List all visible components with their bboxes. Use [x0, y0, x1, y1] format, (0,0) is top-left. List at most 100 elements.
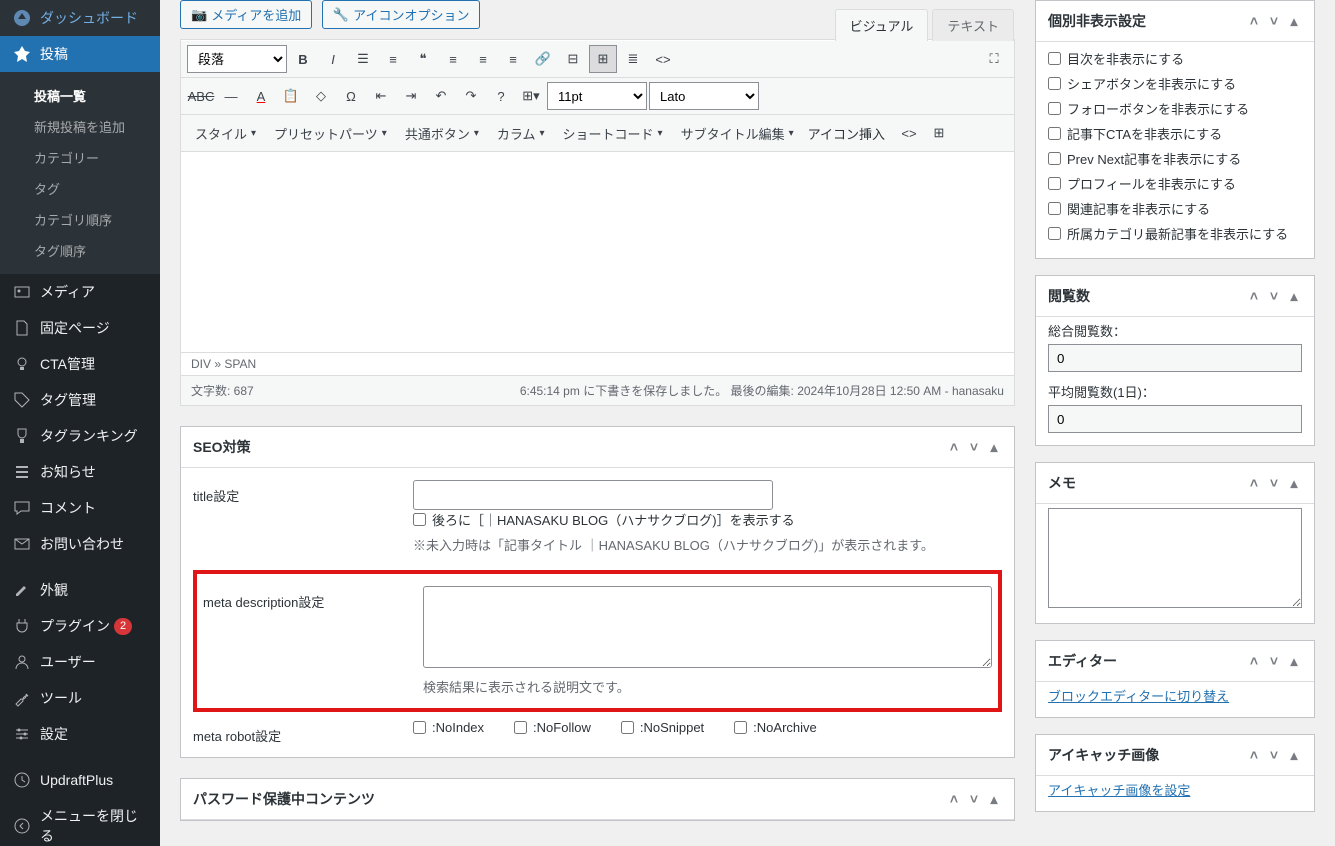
hide-related-checkbox[interactable] — [1048, 202, 1061, 215]
panel-up-icon[interactable]: ˄ — [1246, 13, 1262, 30]
sidebar-item-collapse[interactable]: メニューを閉じる — [0, 798, 160, 846]
panel-down-icon[interactable]: ˅ — [966, 439, 982, 456]
sidebar-item-plugins[interactable]: プラグイン2 — [0, 608, 160, 644]
noindex-checkbox[interactable] — [413, 721, 426, 734]
fullscreen-button[interactable]: ⛶ — [980, 45, 1008, 73]
switch-editor-link[interactable]: ブロックエディターに切り替え — [1048, 689, 1229, 704]
panel-up-icon[interactable]: ˄ — [1246, 653, 1262, 670]
tab-visual[interactable]: ビジュアル — [835, 9, 929, 41]
panel-collapse-icon[interactable]: ▴ — [1286, 653, 1302, 670]
strike-button[interactable]: ABC — [187, 82, 215, 110]
format-select[interactable]: 段落 — [187, 45, 287, 73]
views-total-input[interactable] — [1048, 344, 1302, 372]
submenu-cat-order[interactable]: カテゴリ順序 — [0, 204, 160, 235]
panel-up-icon[interactable]: ˄ — [1246, 747, 1262, 764]
table-button[interactable]: ⊞▾ — [517, 82, 545, 110]
indent-button[interactable]: ⇥ — [397, 82, 425, 110]
sidebar-item-media[interactable]: メディア — [0, 274, 160, 310]
subtitle-button[interactable]: サブタイトル編集 — [673, 120, 798, 147]
link-button[interactable]: 🔗 — [529, 45, 557, 73]
memo-textarea[interactable] — [1048, 508, 1302, 608]
title-suffix-checkbox[interactable] — [413, 513, 426, 526]
title-input[interactable] — [413, 480, 773, 510]
panel-collapse-icon[interactable]: ▴ — [1286, 13, 1302, 30]
outdent-button[interactable]: ⇤ — [367, 82, 395, 110]
more-button[interactable]: ⊟ — [559, 45, 587, 73]
textcolor-button[interactable]: A — [247, 82, 275, 110]
grid-button[interactable]: ⊞ — [925, 119, 953, 147]
align-left-button[interactable]: ≡ — [439, 45, 467, 73]
fontsize-select[interactable]: 11pt — [547, 82, 647, 110]
sidebar-item-pages[interactable]: 固定ページ — [0, 310, 160, 346]
sidebar-item-users[interactable]: ユーザー — [0, 644, 160, 680]
panel-down-icon[interactable]: ˅ — [1266, 475, 1282, 492]
align-center-button[interactable]: ≡ — [469, 45, 497, 73]
icon-insert-button[interactable]: アイコン挿入 — [800, 120, 893, 147]
specialchar-button[interactable]: Ω — [337, 82, 365, 110]
hide-profile-checkbox[interactable] — [1048, 177, 1061, 190]
bold-button[interactable]: B — [289, 45, 317, 73]
submenu-post-new[interactable]: 新規投稿を追加 — [0, 111, 160, 142]
editor-textarea[interactable] — [181, 152, 1014, 352]
sidebar-item-dashboard[interactable]: ダッシュボード — [0, 0, 160, 36]
panel-collapse-icon[interactable]: ▴ — [1286, 747, 1302, 764]
panel-down-icon[interactable]: ˅ — [1266, 653, 1282, 670]
hide-follow-checkbox[interactable] — [1048, 102, 1061, 115]
set-thumbnail-link[interactable]: アイキャッチ画像を設定 — [1048, 783, 1190, 798]
source-button[interactable]: <> — [649, 45, 677, 73]
panel-collapse-icon[interactable]: ▴ — [1286, 288, 1302, 305]
views-avg-input[interactable] — [1048, 405, 1302, 433]
hide-toc-checkbox[interactable] — [1048, 52, 1061, 65]
clear-button[interactable]: ◇ — [307, 82, 335, 110]
preset-dropdown[interactable]: プリセットパーツ — [266, 120, 395, 147]
hide-cta-checkbox[interactable] — [1048, 127, 1061, 140]
ol-button[interactable]: ≡ — [379, 45, 407, 73]
sidebar-item-appearance[interactable]: 外観 — [0, 572, 160, 608]
toolbar-toggle-button[interactable]: ⊞ — [589, 45, 617, 73]
paste-button[interactable]: 📋 — [277, 82, 305, 110]
ul-button[interactable]: ☰ — [349, 45, 377, 73]
hide-prevnext-checkbox[interactable] — [1048, 152, 1061, 165]
submenu-categories[interactable]: カテゴリー — [0, 142, 160, 173]
nofollow-checkbox[interactable] — [514, 721, 527, 734]
help-button[interactable]: ? — [487, 82, 515, 110]
sidebar-item-tools[interactable]: ツール — [0, 680, 160, 716]
page-break-button[interactable]: ≣ — [619, 45, 647, 73]
submenu-post-list[interactable]: 投稿一覧 — [0, 80, 160, 111]
column-dropdown[interactable]: カラム — [489, 120, 553, 147]
panel-up-icon[interactable]: ˄ — [946, 439, 962, 456]
italic-button[interactable]: I — [319, 45, 347, 73]
noarchive-checkbox[interactable] — [734, 721, 747, 734]
panel-down-icon[interactable]: ˅ — [966, 791, 982, 808]
style-dropdown[interactable]: スタイル — [187, 120, 264, 147]
submenu-tags[interactable]: タグ — [0, 173, 160, 204]
code-button[interactable]: <> — [895, 119, 923, 147]
panel-up-icon[interactable]: ˄ — [946, 791, 962, 808]
panel-collapse-icon[interactable]: ▴ — [986, 439, 1002, 456]
fontfamily-select[interactable]: Lato — [649, 82, 759, 110]
sidebar-item-contact[interactable]: お問い合わせ — [0, 526, 160, 562]
sidebar-item-comments[interactable]: コメント — [0, 490, 160, 526]
sidebar-item-cta[interactable]: CTA管理 — [0, 346, 160, 382]
sidebar-item-tag-mgmt[interactable]: タグ管理 — [0, 382, 160, 418]
sidebar-item-posts[interactable]: 投稿 — [0, 36, 160, 72]
submenu-tag-order[interactable]: タグ順序 — [0, 235, 160, 266]
panel-down-icon[interactable]: ˅ — [1266, 747, 1282, 764]
panel-down-icon[interactable]: ˅ — [1266, 13, 1282, 30]
sidebar-item-tag-rank[interactable]: タグランキング — [0, 418, 160, 454]
panel-up-icon[interactable]: ˄ — [1246, 475, 1262, 492]
button-dropdown[interactable]: 共通ボタン — [397, 120, 487, 147]
shortcode-dropdown[interactable]: ショートコード — [555, 120, 671, 147]
panel-collapse-icon[interactable]: ▴ — [1286, 475, 1302, 492]
tab-text[interactable]: テキスト — [932, 9, 1014, 41]
undo-button[interactable]: ↶ — [427, 82, 455, 110]
meta-description-textarea[interactable] — [423, 586, 992, 668]
panel-up-icon[interactable]: ˄ — [1246, 288, 1262, 305]
align-right-button[interactable]: ≡ — [499, 45, 527, 73]
sidebar-item-updraft[interactable]: UpdraftPlus — [0, 762, 160, 798]
nosnippet-checkbox[interactable] — [621, 721, 634, 734]
panel-collapse-icon[interactable]: ▴ — [986, 791, 1002, 808]
hr-button[interactable]: — — [217, 82, 245, 110]
sidebar-item-notice[interactable]: お知らせ — [0, 454, 160, 490]
redo-button[interactable]: ↷ — [457, 82, 485, 110]
